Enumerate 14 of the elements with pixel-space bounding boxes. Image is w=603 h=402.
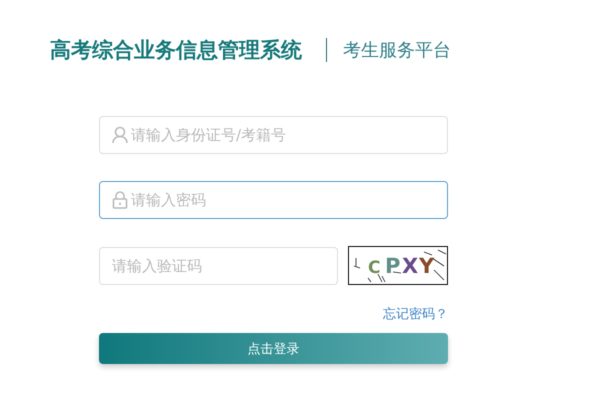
login-button[interactable]: 点击登录 [99,333,448,364]
captcha-char: X [402,254,418,278]
forgot-password-link[interactable]: 忘记密码？ [383,305,448,323]
captcha-char: C [368,258,380,278]
captcha-field[interactable]: 请输入验证码 [99,246,338,284]
platform-subtitle: 考生服务平台 [343,39,451,62]
captcha-char: P [385,254,400,278]
id-number-field[interactable]: 请输入身份证号/考籍号 [99,116,448,154]
password-field[interactable]: 请输入密码 [99,181,448,219]
captcha-image[interactable]: C PXY [348,246,448,285]
captcha-char: Y [419,254,434,278]
lock-icon [112,191,128,209]
system-title: 高考综合业务信息管理系统 [50,37,302,64]
user-icon [112,126,128,144]
